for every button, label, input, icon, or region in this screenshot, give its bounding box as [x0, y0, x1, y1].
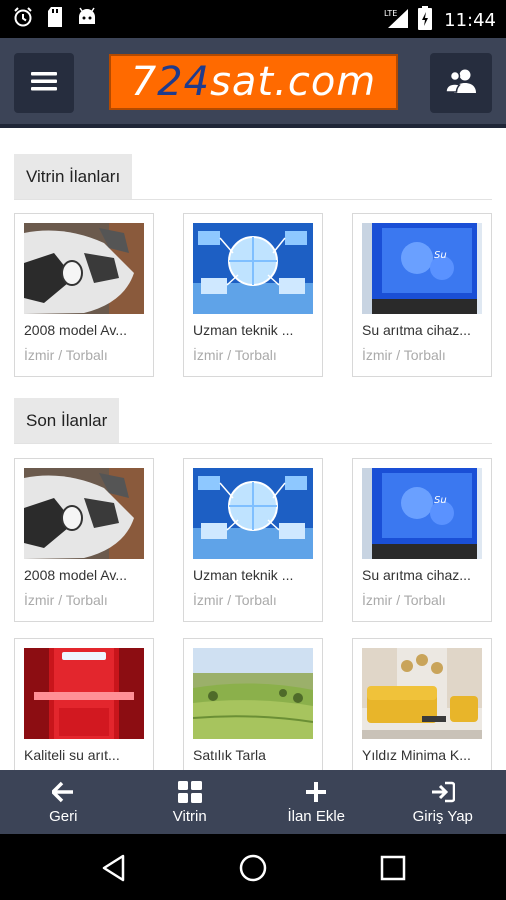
logo-text-24: 24	[157, 59, 211, 105]
logo-text-sat: sat.com	[210, 59, 377, 105]
nav-login-button[interactable]: Giriş Yap	[380, 770, 506, 834]
listing-title: Uzman teknik ...	[193, 322, 294, 338]
listing-thumbnail-network	[193, 468, 313, 559]
listing-card[interactable]: Uzman teknik ... İzmir / Torbalı	[183, 213, 323, 377]
listing-location: İzmir / Torbalı	[362, 347, 446, 363]
alarm-icon	[12, 6, 34, 33]
listing-thumbnail-water: Su	[362, 223, 482, 314]
android-icon	[76, 6, 98, 33]
system-navigation-bar	[0, 834, 506, 900]
listing-title: Kaliteli su arıt...	[24, 747, 120, 763]
listing-location: İzmir / Torbalı	[193, 347, 277, 363]
account-button[interactable]	[430, 53, 492, 113]
listing-title: 2008 model Av...	[24, 567, 127, 583]
sd-card-icon	[46, 6, 64, 33]
listing-thumbnail-sofa	[362, 648, 482, 739]
nav-add-listing-button[interactable]: İlan Ekle	[253, 770, 380, 834]
logo-text-seven: 7	[130, 59, 158, 105]
nav-add-listing-label: İlan Ekle	[287, 807, 346, 825]
listing-card[interactable]: Su Su arıtma cihaz... İzmir / Torbalı	[352, 213, 492, 377]
listing-location: İzmir / Torbalı	[362, 592, 446, 608]
status-time: 11:44	[444, 10, 496, 31]
listing-thumbnail-car	[24, 468, 144, 559]
listing-location: İzmir / Torbalı	[24, 592, 108, 608]
son-section-title: Son İlanlar	[14, 398, 120, 444]
hamburger-icon	[31, 70, 57, 97]
sign-in-icon	[431, 780, 455, 804]
listing-title: 2008 model Av...	[24, 322, 127, 338]
listing-title: Uzman teknik ...	[193, 567, 294, 583]
signal-icon: LTE	[384, 7, 410, 34]
vitrin-section-title: Vitrin İlanları	[14, 154, 133, 200]
nav-vitrin-label: Vitrin	[172, 807, 207, 825]
section-divider	[14, 199, 492, 200]
arrow-left-icon	[52, 780, 74, 804]
bottom-navigation: Geri Vitrin İlan Ekle Giriş Yap	[0, 770, 506, 834]
listing-thumbnail-water: Su	[362, 468, 482, 559]
listing-card[interactable]: 2008 model Av... İzmir / Torbalı	[14, 458, 154, 622]
header-divider	[0, 124, 506, 128]
listing-thumbnail-network	[193, 223, 313, 314]
listing-location: İzmir / Torbalı	[24, 347, 108, 363]
plus-icon	[305, 780, 327, 804]
nav-back-button[interactable]: Geri	[0, 770, 127, 834]
listing-card[interactable]: 2008 model Av... İzmir / Torbalı	[14, 213, 154, 377]
battery-icon	[418, 6, 433, 35]
home-icon[interactable]	[233, 848, 273, 888]
svg-text:LTE: LTE	[384, 9, 397, 18]
status-bar: LTE 11:44	[0, 0, 506, 38]
listing-title: Su arıtma cihaz...	[362, 322, 471, 338]
listing-thumbnail-car	[24, 223, 144, 314]
svg-text:Su: Su	[434, 495, 447, 506]
section-divider	[14, 443, 492, 444]
listing-thumbnail-red-filter	[24, 648, 144, 739]
listing-thumbnail-field	[193, 648, 313, 739]
menu-button[interactable]	[14, 53, 74, 113]
recents-icon[interactable]	[373, 848, 413, 888]
listing-title: Su arıtma cihaz...	[362, 567, 471, 583]
listing-location: İzmir / Torbalı	[193, 592, 277, 608]
listing-card[interactable]: Su Su arıtma cihaz... İzmir / Torbalı	[352, 458, 492, 622]
nav-login-label: Giriş Yap	[412, 807, 473, 825]
users-icon	[445, 68, 477, 99]
nav-vitrin-button[interactable]: Vitrin	[127, 770, 254, 834]
listing-title: Yıldız Minima K...	[362, 747, 471, 763]
listing-title: Satılık Tarla	[193, 747, 266, 763]
back-icon[interactable]	[94, 848, 134, 888]
grid-icon	[177, 780, 202, 804]
listing-card[interactable]: Uzman teknik ... İzmir / Torbalı	[183, 458, 323, 622]
nav-back-label: Geri	[49, 807, 78, 825]
site-logo[interactable]: 7 24 sat.com	[109, 54, 398, 110]
svg-text:Su: Su	[434, 250, 447, 261]
